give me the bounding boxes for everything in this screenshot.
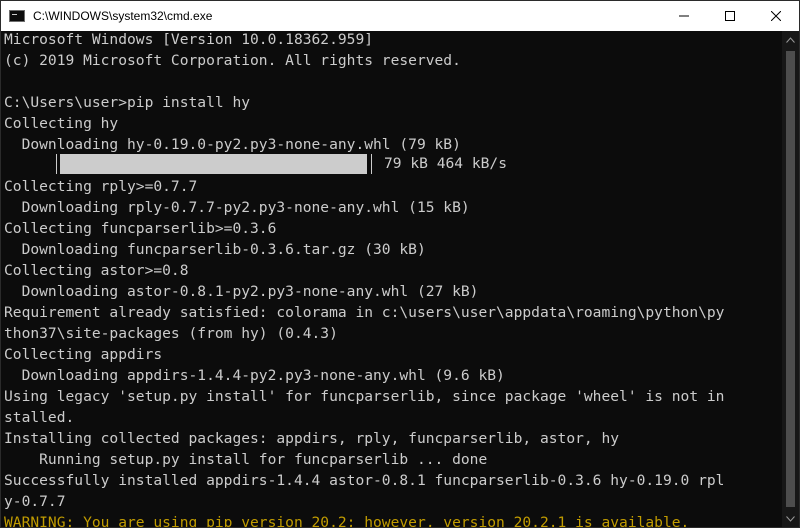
close-button[interactable] (753, 1, 799, 31)
chevron-up-icon (786, 36, 795, 43)
title-bar[interactable]: C:\WINDOWS\system32\cmd.exe (1, 1, 799, 31)
console-line: Downloading rply-0.7.7-py2.py3-none-any.… (4, 199, 470, 216)
console-line: Collecting appdirs (4, 346, 163, 363)
console-line: Running setup.py install for funcparserl… (4, 451, 488, 468)
console-line: Downloading funcparserlib-0.3.6.tar.gz (… (4, 241, 426, 258)
console-line: thon37\site-packages (from hy) (0.4.3) (4, 325, 338, 342)
minimize-icon (679, 15, 689, 17)
scrollbar-thumb[interactable] (786, 51, 795, 507)
close-icon (771, 11, 781, 21)
maximize-button[interactable] (707, 1, 753, 31)
progress-stats: 79 kB 464 kB/s (384, 155, 508, 172)
vertical-scrollbar[interactable] (782, 31, 799, 527)
console-line: C:\Users\user>pip install hy (4, 94, 251, 111)
progress-bar-left-border (56, 154, 57, 174)
console-line: (c) 2019 Microsoft Corporation. All righ… (4, 52, 461, 69)
console-line: Microsoft Windows [Version 10.0.18362.95… (4, 31, 374, 48)
console-line: Collecting funcparserlib>=0.3.6 (4, 220, 277, 237)
window-controls (661, 1, 799, 31)
maximize-icon (725, 11, 735, 21)
console-line: Downloading astor-0.8.1-py2.py3-none-any… (4, 283, 479, 300)
console-line: Using legacy 'setup.py install' for func… (4, 388, 725, 405)
console-line: Collecting rply>=0.7.7 (4, 178, 198, 195)
chevron-down-icon (786, 515, 795, 522)
cmd-window: C:\WINDOWS\system32\cmd.exe Microsoft Wi… (0, 0, 800, 528)
window-title: C:\WINDOWS\system32\cmd.exe (33, 9, 213, 23)
console-line: stalled. (4, 409, 75, 426)
scroll-up-arrow[interactable] (782, 31, 799, 48)
console-line: Collecting hy (4, 115, 119, 132)
console-line: Requirement already satisfied: colorama … (4, 304, 725, 321)
console-line: Collecting astor>=0.8 (4, 262, 189, 279)
cmd-icon (9, 10, 25, 22)
console-line: y-0.7.7 (4, 493, 66, 510)
console-output[interactable]: Microsoft Windows [Version 10.0.18362.95… (1, 31, 783, 527)
pip-warning-line: WARNING: You are using pip version 20.2;… (4, 514, 690, 527)
console-line: Successfully installed appdirs-1.4.4 ast… (4, 472, 725, 489)
console-line: Installing collected packages: appdirs, … (4, 430, 620, 447)
scroll-down-arrow[interactable] (782, 510, 799, 527)
progress-bar-right-border (371, 154, 372, 174)
progress-bar-fill (60, 154, 367, 174)
console-line: Downloading appdirs-1.4.4-py2.py3-none-a… (4, 367, 505, 384)
minimize-button[interactable] (661, 1, 707, 31)
